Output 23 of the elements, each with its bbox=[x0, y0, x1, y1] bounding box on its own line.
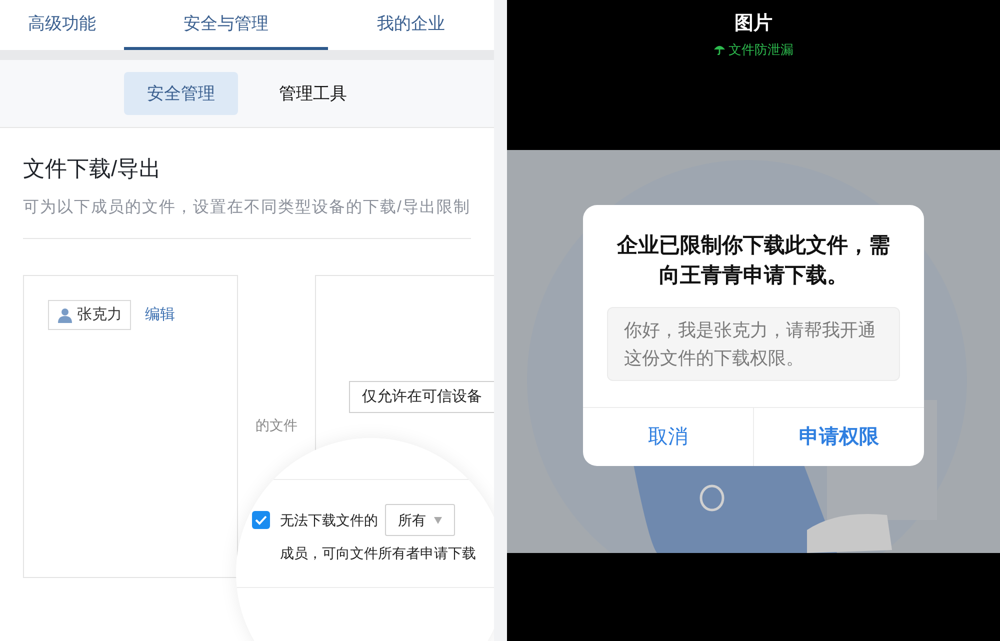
request-message-field[interactable]: 你好，我是张克力，请帮我开通这份文件的下载权限。 bbox=[607, 307, 900, 381]
user-icon bbox=[57, 307, 73, 323]
umbrella-icon bbox=[714, 44, 724, 55]
file-label: 的文件 bbox=[256, 416, 298, 435]
caret-icon bbox=[434, 516, 442, 524]
checkbox[interactable] bbox=[252, 511, 270, 529]
cancel-button[interactable]: 取消 bbox=[583, 408, 753, 466]
scope-select[interactable]: 所有 bbox=[385, 504, 455, 536]
protection-label: 文件防泄漏 bbox=[728, 40, 794, 58]
screen-title: 图片 bbox=[734, 12, 772, 36]
subtab[interactable]: 管理工具 bbox=[256, 72, 370, 115]
request-permission-button[interactable]: 申请权限 bbox=[753, 408, 924, 466]
permission-note: 成员，可向文件所有者申请下载 bbox=[280, 544, 476, 563]
checkbox-label: 无法下载文件的 bbox=[280, 510, 378, 530]
tab[interactable]: 我的企业 bbox=[328, 0, 494, 50]
subtab[interactable]: 安全管理 bbox=[124, 72, 238, 115]
member-tag[interactable]: 张克力 bbox=[48, 300, 131, 330]
device-select[interactable]: 仅允许在可信设备 bbox=[349, 381, 494, 413]
dialog-message: 企业已限制你下载此文件，需向王青青申请下载。 bbox=[616, 233, 891, 289]
section-title: 文件下载/导出 bbox=[23, 155, 162, 183]
tab[interactable]: 高级功能 bbox=[0, 0, 124, 50]
edit-link[interactable]: 编辑 bbox=[145, 300, 175, 330]
section-description: 可为以下成员的文件，设置在不同类型设备的下载/导出限制 bbox=[23, 198, 471, 218]
